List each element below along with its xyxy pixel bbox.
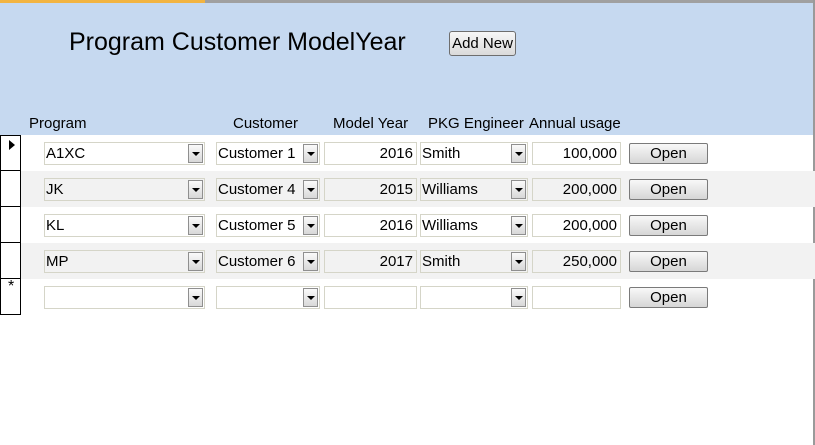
table-row: A1XC Customer 1 2016 Smith 100,000 Open (0, 135, 815, 171)
record-selector[interactable]: * (0, 279, 21, 315)
program-combo-value: A1XC (46, 145, 86, 162)
pkg-engineer-combo[interactable] (420, 286, 528, 309)
program-combo[interactable]: MP (44, 250, 205, 273)
annual-usage-field-value: 200,000 (562, 181, 617, 198)
customer-combo-value: Customer 5 (218, 217, 296, 234)
annual-usage-field-value: 200,000 (562, 217, 617, 234)
open-button[interactable]: Open (629, 215, 708, 236)
model-year-field-value: 2016 (379, 145, 413, 162)
dropdown-arrow-icon[interactable] (303, 252, 318, 271)
program-combo[interactable]: A1XC (44, 142, 205, 165)
customer-combo[interactable]: Customer 1 (216, 142, 320, 165)
dropdown-arrow-icon[interactable] (511, 180, 526, 199)
program-combo-value: MP (46, 253, 69, 270)
model-year-field[interactable]: 2016 (324, 214, 417, 237)
model-year-field[interactable] (324, 286, 417, 309)
open-button[interactable]: Open (629, 179, 708, 200)
annual-usage-field[interactable] (532, 286, 621, 309)
customer-combo-value: Customer 6 (218, 253, 296, 270)
annual-usage-field-value: 100,000 (562, 145, 617, 162)
table-row: MP Customer 6 2017 Smith 250,000 Open (0, 243, 815, 279)
open-button[interactable]: Open (629, 143, 708, 164)
column-header-annual-usage: Annual usage (529, 115, 621, 132)
program-combo-value: JK (46, 181, 64, 198)
pkg-engineer-combo-value: Smith (422, 253, 461, 270)
model-year-field-value: 2015 (379, 181, 413, 198)
active-tab-accent (0, 0, 205, 3)
model-year-field[interactable]: 2016 (324, 142, 417, 165)
program-combo[interactable]: KL (44, 214, 205, 237)
pkg-engineer-combo[interactable]: Smith (420, 250, 528, 273)
annual-usage-field[interactable]: 200,000 (532, 214, 621, 237)
pkg-engineer-combo[interactable]: Smith (420, 142, 528, 165)
pkg-engineer-combo[interactable]: Williams (420, 214, 528, 237)
pkg-engineer-combo-value: Williams (422, 181, 478, 198)
dropdown-arrow-icon[interactable] (511, 216, 526, 235)
column-header-model-year: Model Year (333, 115, 409, 132)
program-combo[interactable] (44, 286, 205, 309)
access-form: Program Customer ModelYear Add New Progr… (0, 0, 815, 445)
column-header-program: Program (29, 115, 87, 132)
table-row: KL Customer 5 2016 Williams 200,000 Open (0, 207, 815, 243)
dropdown-arrow-icon[interactable] (511, 288, 526, 307)
open-button[interactable]: Open (629, 287, 708, 308)
pkg-engineer-combo-value: Smith (422, 145, 461, 162)
record-selector[interactable] (0, 171, 21, 207)
customer-combo[interactable]: Customer 5 (216, 214, 320, 237)
customer-combo[interactable]: Customer 4 (216, 178, 320, 201)
pkg-engineer-combo[interactable]: Williams (420, 178, 528, 201)
model-year-field-value: 2017 (379, 253, 413, 270)
program-combo-value: KL (46, 217, 65, 234)
add-new-button[interactable]: Add New (449, 31, 516, 56)
program-combo[interactable]: JK (44, 178, 205, 201)
dropdown-arrow-icon[interactable] (303, 180, 318, 199)
column-header-pkg-engineer: PKG Engineer (428, 115, 524, 132)
table-row: JK Customer 4 2015 Williams 200,000 Open (0, 171, 815, 207)
customer-combo[interactable]: Customer 6 (216, 250, 320, 273)
model-year-field[interactable]: 2015 (324, 178, 417, 201)
current-record-arrow-icon (9, 140, 15, 150)
dropdown-arrow-icon[interactable] (188, 216, 203, 235)
column-header-customer: Customer (233, 115, 299, 132)
customer-combo-value: Customer 4 (218, 181, 296, 198)
annual-usage-field[interactable]: 250,000 (532, 250, 621, 273)
dropdown-arrow-icon[interactable] (303, 216, 318, 235)
dropdown-arrow-icon[interactable] (188, 288, 203, 307)
annual-usage-field[interactable]: 200,000 (532, 178, 621, 201)
customer-combo-value: Customer 1 (218, 145, 296, 162)
record-selector[interactable] (0, 135, 21, 171)
dropdown-arrow-icon[interactable] (511, 144, 526, 163)
record-selector[interactable] (0, 207, 21, 243)
open-button[interactable]: Open (629, 251, 708, 272)
dropdown-arrow-icon[interactable] (188, 180, 203, 199)
new-record-row: * Open (0, 279, 815, 315)
model-year-field[interactable]: 2017 (324, 250, 417, 273)
dropdown-arrow-icon[interactable] (511, 252, 526, 271)
customer-combo[interactable] (216, 286, 320, 309)
dropdown-arrow-icon[interactable] (303, 288, 318, 307)
dropdown-arrow-icon[interactable] (188, 144, 203, 163)
page-title: Program Customer ModelYear (69, 28, 406, 56)
dropdown-arrow-icon[interactable] (303, 144, 318, 163)
record-selector[interactable] (0, 243, 21, 279)
dropdown-arrow-icon[interactable] (188, 252, 203, 271)
model-year-field-value: 2016 (379, 217, 413, 234)
annual-usage-field[interactable]: 100,000 (532, 142, 621, 165)
annual-usage-field-value: 250,000 (562, 253, 617, 270)
new-record-star-icon: * (8, 278, 15, 295)
pkg-engineer-combo-value: Williams (422, 217, 478, 234)
